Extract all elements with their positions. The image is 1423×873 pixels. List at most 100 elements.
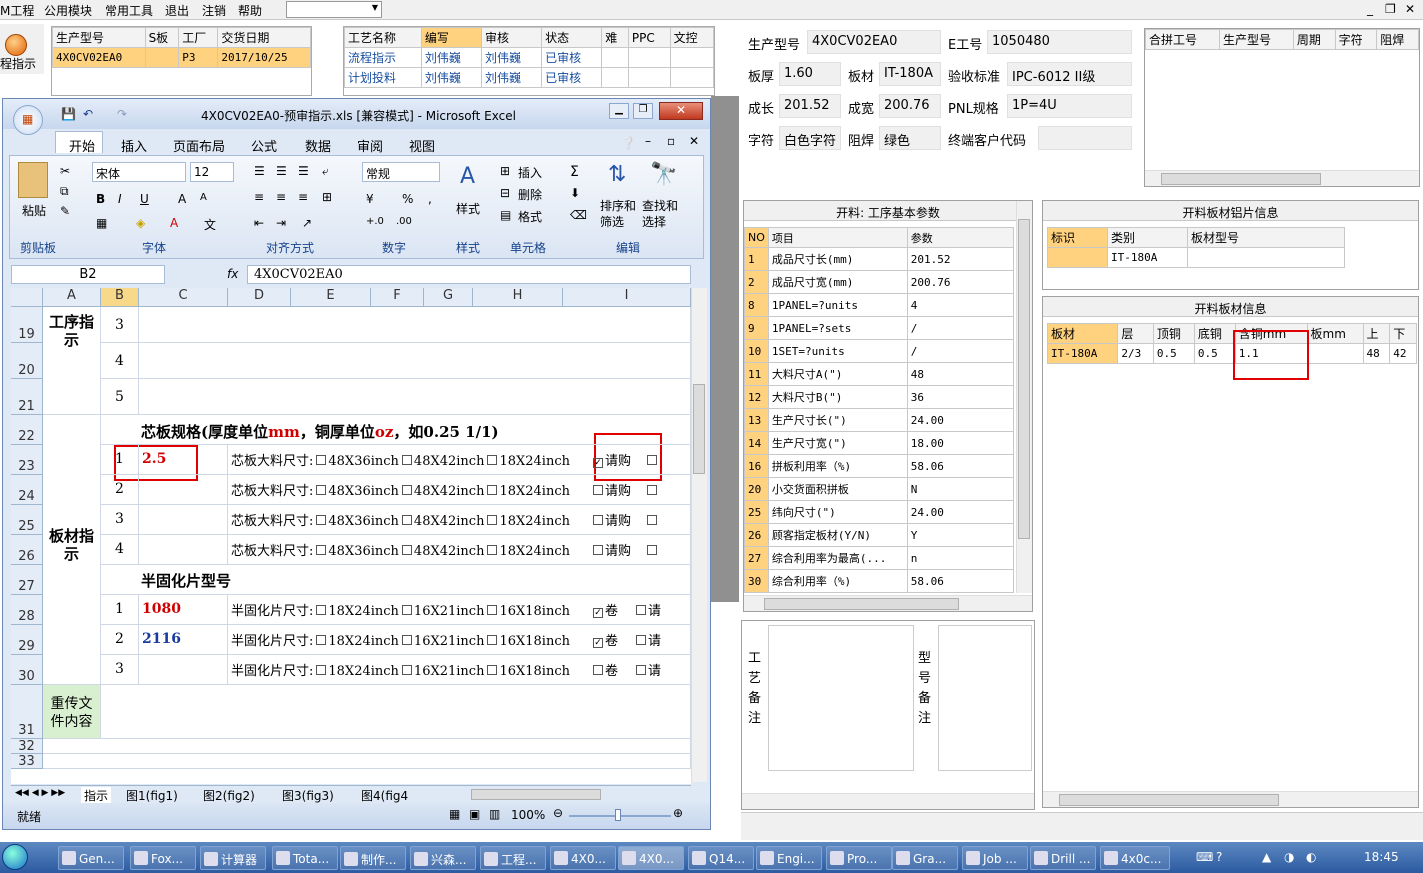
taskbar-item[interactable]: 工程...: [480, 846, 546, 870]
sheet-tab-2[interactable]: 图1(fig1): [126, 787, 178, 804]
row-header[interactable]: 26: [11, 535, 43, 565]
office-button[interactable]: ▦: [13, 105, 43, 135]
font-size-select[interactable]: 12: [190, 162, 234, 182]
copy-icon[interactable]: ⧉: [60, 184, 69, 199]
column-header-E[interactable]: E: [291, 288, 371, 307]
tab-insert[interactable]: 插入: [121, 136, 147, 155]
core-thickness-cell[interactable]: 2.5: [139, 445, 228, 475]
wrap-text-icon[interactable]: ⤶: [322, 164, 329, 179]
extra-checkbox[interactable]: [647, 515, 657, 525]
save-icon[interactable]: 💾: [61, 107, 76, 121]
table-row[interactable]: 16 拼板利用率（%) 58.06: [744, 454, 1015, 478]
row-number[interactable]: 5: [101, 379, 139, 415]
process-instruction-label[interactable]: 工序指示: [43, 307, 101, 415]
table-row[interactable]: 12 大料尺寸B(") 36: [744, 385, 1015, 409]
column-header-H[interactable]: H: [473, 288, 563, 307]
increase-indent-icon[interactable]: ⇥: [276, 216, 286, 230]
row-number[interactable]: 3: [101, 505, 139, 535]
mask-field[interactable]: 绿色: [879, 126, 941, 150]
prepreg-size-cell[interactable]: 半固化片尺寸: 18X24inch 16X21inch 16X18inch ✓ 卷请: [228, 625, 691, 655]
menu-project[interactable]: M工程: [0, 2, 34, 19]
column-header-A[interactable]: A: [43, 288, 101, 307]
row-number[interactable]: 4: [101, 535, 139, 565]
prepreg-size-cell[interactable]: 半固化片尺寸: 18X24inch 16X21inch 16X18inch 卷请: [228, 655, 691, 685]
purchase-checkbox[interactable]: [592, 485, 603, 495]
currency-icon[interactable]: ¥: [366, 192, 374, 206]
width-field[interactable]: 200.76: [879, 94, 941, 118]
help-tray-icon[interactable]: ?: [1216, 850, 1222, 864]
font-name-select[interactable]: 宋体: [92, 162, 186, 182]
prepreg-type-cell[interactable]: 2116: [139, 625, 228, 655]
select-all-corner[interactable]: [11, 288, 43, 307]
purchase-checkbox[interactable]: [592, 515, 603, 525]
ribbon-minimize-icon[interactable]: –: [645, 134, 651, 148]
purchase-checkbox[interactable]: [592, 545, 603, 555]
comma-icon[interactable]: ,: [428, 192, 432, 206]
column-header-D[interactable]: D: [228, 288, 291, 307]
minimize-icon[interactable]: _: [1367, 2, 1373, 16]
taskbar-item[interactable]: Drill ...: [1030, 846, 1096, 870]
empty-cell[interactable]: [43, 739, 691, 754]
standard-field[interactable]: IPC-6012 II级: [1007, 62, 1132, 86]
redo-icon[interactable]: ↷: [117, 107, 127, 121]
row-number[interactable]: 2: [101, 475, 139, 505]
close-icon[interactable]: ✕: [1405, 2, 1415, 16]
size-checkbox[interactable]: [401, 455, 412, 465]
purchase-checkbox[interactable]: [636, 635, 646, 645]
paste-button[interactable]: 粘贴: [22, 202, 46, 219]
zoom-out-icon[interactable]: ⊖: [553, 806, 563, 820]
empty-cell[interactable]: [43, 754, 691, 769]
align-left-icon[interactable]: ≡: [254, 190, 264, 204]
empty-cell[interactable]: [139, 343, 691, 379]
increase-decimal-icon[interactable]: +.0: [366, 216, 384, 227]
table-row[interactable]: IT-180A 2/3 0.5 0.5 1.1 48 42: [1046, 343, 1417, 364]
size-checkbox[interactable]: [487, 515, 498, 525]
help-icon[interactable]: ❔: [621, 136, 636, 150]
table-row[interactable]: 流程指示 刘伟巍 刘伟巍 已审核: [344, 47, 715, 68]
zoom-in-icon[interactable]: ⊕: [673, 806, 683, 820]
row-header[interactable]: 20: [11, 343, 43, 379]
insert-button[interactable]: 插入: [518, 164, 542, 181]
empty-cell[interactable]: [101, 685, 691, 739]
table-row[interactable]: 26 顾客指定板材(Y/N) Y: [744, 523, 1015, 547]
excel-close-icon[interactable]: ✕: [659, 102, 703, 120]
align-middle-icon[interactable]: ☰: [276, 164, 287, 178]
taskbar-item[interactable]: 兴森...: [410, 846, 476, 870]
tab-data[interactable]: 数据: [305, 136, 331, 155]
size-checkbox[interactable]: [316, 545, 327, 555]
menu-help[interactable]: 帮助: [238, 2, 262, 19]
purchase-checkbox[interactable]: [636, 605, 646, 615]
row-header[interactable]: 28: [11, 595, 43, 625]
column-header-G[interactable]: G: [424, 288, 473, 307]
decrease-indent-icon[interactable]: ⇤: [254, 216, 264, 230]
column-header-C[interactable]: C: [139, 288, 228, 307]
pnl-field[interactable]: 1P=4U: [1007, 94, 1132, 118]
tray-arrow-icon[interactable]: ▲: [1262, 850, 1271, 864]
extra-checkbox[interactable]: [647, 455, 657, 465]
tab-page-layout[interactable]: 页面布局: [173, 136, 225, 155]
e-no-field[interactable]: 1050480: [987, 30, 1132, 54]
table-row[interactable]: 30 综合利用率（%) 58.06: [744, 569, 1015, 593]
zoom-slider-handle[interactable]: [615, 809, 621, 821]
prepreg-type-cell[interactable]: 1080: [139, 595, 228, 625]
excel-minimize-icon[interactable]: ▁: [609, 103, 629, 119]
size-checkbox[interactable]: [487, 635, 498, 645]
table-row[interactable]: 计划投料 刘伟巍 刘伟巍 已审核: [344, 67, 715, 88]
column-header-F[interactable]: F: [371, 288, 424, 307]
excel-vscroll[interactable]: [691, 288, 707, 782]
table-row[interactable]: 13 生产尺寸长(") 24.00: [744, 408, 1015, 432]
purchase-checkbox[interactable]: ✓: [592, 458, 603, 468]
sort-filter-button[interactable]: 排序和筛选: [600, 198, 640, 230]
undo-icon[interactable]: ↶: [83, 107, 93, 121]
paste-icon[interactable]: [18, 162, 48, 198]
italic-icon[interactable]: I: [118, 192, 122, 206]
shrink-font-icon[interactable]: A: [200, 192, 207, 203]
resend-file-label[interactable]: 重传文件内容: [43, 685, 101, 739]
taskbar-item[interactable]: Job ...: [962, 846, 1028, 870]
tab-formulas[interactable]: 公式: [251, 136, 277, 155]
empty-cell[interactable]: [139, 307, 691, 343]
row-header[interactable]: 27: [11, 565, 43, 595]
format-button[interactable]: 格式: [518, 208, 542, 225]
network-icon[interactable]: ◑: [1284, 850, 1294, 864]
underline-icon[interactable]: U: [140, 192, 149, 206]
